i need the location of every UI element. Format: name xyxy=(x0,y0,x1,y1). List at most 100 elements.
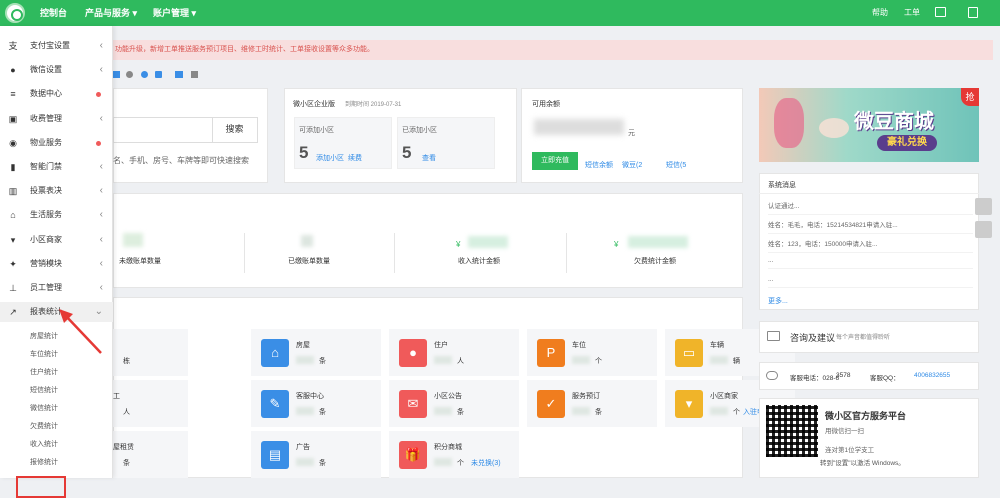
module-tile[interactable]: 工人 xyxy=(113,380,188,427)
module-link[interactable]: 未兑换(3) xyxy=(471,458,501,468)
module-tile[interactable]: ● 住户人 xyxy=(389,329,519,376)
sidebar-subitem[interactable]: 收入统计 xyxy=(30,439,58,449)
module-tile[interactable]: 栋 xyxy=(113,329,188,376)
sidebar-item-label: 物业服务 xyxy=(30,137,62,147)
cart-icon: ▾ xyxy=(10,234,16,245)
message-item[interactable]: ... xyxy=(768,276,973,288)
stat-arrears-label: 欠费统计金额 xyxy=(634,258,676,265)
ticket-link[interactable]: 工单 xyxy=(904,0,920,26)
qq-number[interactable]: 4006832655 xyxy=(914,372,950,379)
sidebar-item-cart[interactable]: ▾ 小区商家 ‹ xyxy=(0,230,113,250)
search-button[interactable]: 搜索 xyxy=(212,117,256,142)
sidebar-item-wechat[interactable]: ● 微信设置 ‹ xyxy=(0,60,113,80)
mail-icon[interactable] xyxy=(935,7,946,17)
add-community-link[interactable]: 添加小区 xyxy=(316,153,344,163)
balance-title: 可用余额 xyxy=(532,101,560,108)
banner-title: 微豆商城 xyxy=(854,111,934,133)
sidebar-subitem[interactable]: 报修统计 xyxy=(30,457,58,467)
weibo-icon[interactable] xyxy=(113,71,120,78)
grid-icon[interactable] xyxy=(191,71,198,78)
message-item[interactable]: ... xyxy=(768,257,973,269)
sidebar-subitem[interactable]: 欠费统计 xyxy=(30,421,58,431)
sms-link[interactable]: 短信(5 xyxy=(666,160,686,170)
message-item[interactable]: 认证通过... xyxy=(768,200,973,215)
messages-more-link[interactable]: 更多... xyxy=(768,296,788,306)
message-item[interactable]: 姓名：123，电话：150000申请入驻... xyxy=(768,238,973,253)
module-tile[interactable]: 屋租赁条 xyxy=(113,431,188,478)
sidebar-subitem[interactable]: 车位统计 xyxy=(30,349,58,359)
module-tile[interactable]: ✉ 小区公告条 xyxy=(389,380,519,427)
sidebar-subitem[interactable]: 住户统计 xyxy=(30,367,58,377)
weidou-link[interactable]: 微豆(2 xyxy=(622,160,642,170)
banner-tag: 抢 xyxy=(961,88,979,106)
sidebar-item-label: 投票表决 xyxy=(30,186,62,196)
logo[interactable] xyxy=(5,3,25,23)
annotation-arrow xyxy=(59,309,102,354)
sidebar: 支 支付宝设置 ‹ ● 微信设置 ‹ ≡ 数据中心 ▣ 收费管理 ‹ ◉ 物业服务 ▮ 智能门禁 ‹ ▥ 投票表决… xyxy=(0,26,113,498)
module-tile[interactable]: 🎁 积分商城个未兑换(3) xyxy=(389,431,519,478)
message-item[interactable]: 姓名：毛毛，电话：15214534821申请入驻... xyxy=(768,219,973,234)
bank-icon: ⌂ xyxy=(10,210,16,221)
sidebar-item-bar-chart[interactable]: ▥ 投票表决 ‹ xyxy=(0,181,113,201)
nav-products[interactable]: 产品与服务 ▾ xyxy=(85,0,137,26)
sidebar-item-magic-wand[interactable]: ✦ 营销模块 ‹ xyxy=(0,254,113,274)
module-title: 车位 xyxy=(572,342,586,349)
nav-account[interactable]: 账户管理 ▾ xyxy=(153,0,196,26)
qrcode-icon[interactable] xyxy=(968,7,978,18)
sidebar-subitem[interactable]: 房屋统计 xyxy=(30,331,58,341)
sidebar-item-label: 生活服务 xyxy=(30,210,62,220)
nav-console[interactable]: 控制台 xyxy=(40,0,67,26)
sidebar-subitem[interactable]: 微信统计 xyxy=(30,403,58,413)
stat-paid-label: 已缴账单数量 xyxy=(288,258,330,265)
sidebar-item-cash[interactable]: ▣ 收费管理 ‹ xyxy=(0,109,113,129)
module-tile[interactable]: ⌂ 房屋条 xyxy=(251,329,381,376)
cup-decoration xyxy=(819,118,849,138)
float-button-down[interactable] xyxy=(975,221,992,238)
feedback-title: 咨询及建议 xyxy=(790,333,836,343)
bar-chart-icon: ▥ xyxy=(8,186,18,197)
recharge-button[interactable]: 立即充值 xyxy=(532,152,578,170)
sidebar-item-comment[interactable]: ◉ 物业服务 xyxy=(0,133,113,153)
module-tile[interactable]: ✓ 服务预订条 xyxy=(527,380,657,427)
module-tile[interactable]: P 车位个 xyxy=(527,329,657,376)
notification-dot xyxy=(96,92,101,98)
sidebar-item-sitemap[interactable]: ⊥ 员工管理 ‹ xyxy=(0,278,113,298)
qq-icon[interactable] xyxy=(141,71,148,78)
chevron-left-icon: ‹ xyxy=(99,112,103,124)
added-label: 已添加小区 xyxy=(402,127,437,134)
module-value-blurred xyxy=(434,356,452,364)
sidebar-item-alipay[interactable]: 支 支付宝设置 ‹ xyxy=(0,36,113,56)
module-title: 车辆 xyxy=(710,342,724,349)
company-title: 微小区企业版 xyxy=(293,101,335,108)
image-icon[interactable] xyxy=(175,71,183,78)
messages-title: 系统消息 xyxy=(768,182,796,189)
stat-value-blurred xyxy=(468,236,508,248)
sidebar-subitem[interactable]: 短信统计 xyxy=(30,385,58,395)
module-title: 小区公告 xyxy=(434,393,462,400)
module-icon: ▭ xyxy=(675,339,703,367)
module-value-blurred xyxy=(434,458,452,466)
chat-icon[interactable] xyxy=(155,71,162,78)
module-tile[interactable]: ▤ 广告条 xyxy=(251,431,381,478)
sidebar-item-database[interactable]: ≡ 数据中心 xyxy=(0,84,113,104)
module-icon: ✎ xyxy=(261,390,289,418)
user-icon[interactable] xyxy=(126,71,133,78)
renew-link[interactable]: 续费 xyxy=(348,153,362,163)
chat-icon xyxy=(766,371,778,380)
share-icons-row xyxy=(113,71,203,81)
float-button-up[interactable] xyxy=(975,198,992,215)
module-value-blurred xyxy=(434,407,452,415)
view-link[interactable]: 查看 xyxy=(422,153,436,163)
banner-subtitle: 豪礼兑换 xyxy=(877,135,937,151)
line-chart-icon: ↗ xyxy=(9,307,17,318)
sidebar-item-lock[interactable]: ▮ 智能门禁 ‹ xyxy=(0,157,113,177)
module-title: 客服中心 xyxy=(296,393,324,400)
sidebar-item-label: 微信设置 xyxy=(30,65,62,75)
sidebar-item-bank[interactable]: ⌂ 生活服务 ‹ xyxy=(0,205,113,225)
qr-line2: 连对第1位学支工 xyxy=(825,447,875,454)
help-link[interactable]: 帮助 xyxy=(872,0,888,26)
module-tile[interactable]: ✎ 客服中心条 xyxy=(251,380,381,427)
promo-banner[interactable]: 微豆商城 豪礼兑换 抢 xyxy=(759,88,979,162)
sms-balance-link[interactable]: 短信余额 xyxy=(585,160,613,170)
module-value-blurred xyxy=(296,356,314,364)
